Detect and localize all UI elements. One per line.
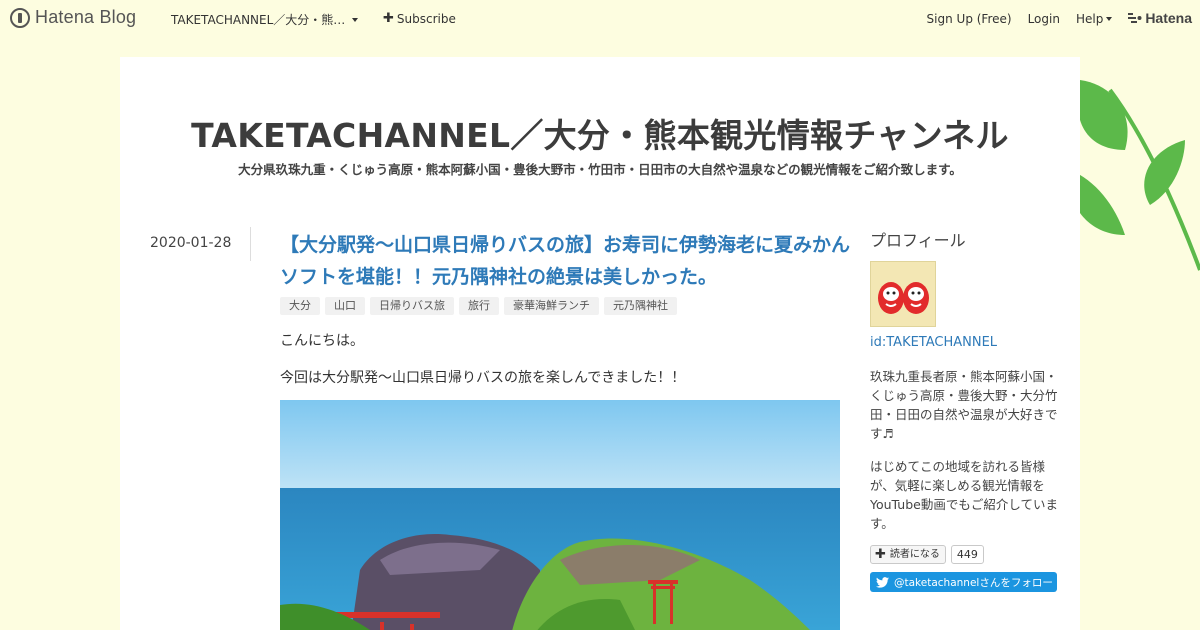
- hatena-blog-logo[interactable]: Hatena Blog: [10, 7, 136, 28]
- tag[interactable]: 山口: [325, 297, 365, 315]
- reader-count: 449: [950, 545, 984, 564]
- reader-row: ✚ 読者になる 449: [870, 545, 1060, 564]
- blog-title[interactable]: TAKETACHANNEL／大分・熊本観光情報チャンネル: [120, 109, 1080, 157]
- entry-photo: [280, 400, 840, 630]
- blog-selector[interactable]: TAKETACHANNEL／大分・熊…: [171, 11, 359, 28]
- entry-paragraph: こんにちは。: [280, 333, 364, 349]
- help-menu[interactable]: Help: [1075, 11, 1113, 26]
- signup-link[interactable]: Sign Up (Free): [927, 12, 1012, 26]
- hatena-mark-icon: [1128, 13, 1142, 23]
- tag[interactable]: 日帰りバス旅: [370, 297, 454, 315]
- profile-bio: 玖珠九重長者原・熊本阿蘇小国・くじゅう高原・豊後大野・大分竹田・日田の自然や温泉…: [870, 369, 1058, 441]
- twitter-follow-label: @taketachannelさんをフォロー: [894, 576, 1053, 589]
- entry-title[interactable]: 【大分駅発～山口県日帰りバスの旅】お寿司に伊勢海老に夏みかんソフトを堪能！！元乃…: [280, 229, 850, 293]
- caret-down-icon: [1106, 16, 1113, 21]
- blog-selector-label: TAKETACHANNEL／大分・熊…: [171, 13, 346, 27]
- blog-description: 大分県玖珠九重・くじゅう高原・熊本阿蘇小国・豊後大野市・竹田市・日田市の大自然や…: [238, 162, 962, 177]
- reader-label: 読者になる: [889, 549, 940, 560]
- entry-paragraph: 今回は大分駅発～山口県日帰りバスの旅を楽しんできました！！: [280, 370, 686, 386]
- date-divider: [250, 227, 251, 261]
- help-label: Help: [1075, 11, 1104, 26]
- entry-tags: 大分 山口 日帰りバス旅 旅行 豪華海鮮ランチ 元乃隅神社: [280, 297, 682, 315]
- hatena-label: Hatena: [1145, 10, 1192, 26]
- twitter-follow-button[interactable]: @taketachannelさんをフォロー: [870, 572, 1057, 592]
- profile-heading: プロフィール: [870, 231, 966, 250]
- sidebar-profile: プロフィール id:TAKETACHANNEL 玖珠九重長者原・熊本阿蘇小国・く…: [870, 227, 1060, 592]
- hatena-blog-icon: [10, 7, 30, 28]
- login-link[interactable]: Login: [1028, 12, 1060, 26]
- subscribe-button[interactable]: ✚ Subscribe: [383, 11, 456, 26]
- subscribe-label: Subscribe: [396, 11, 456, 26]
- profile-id-link[interactable]: id:TAKETACHANNEL: [870, 335, 1060, 350]
- profile-bio: はじめてこの地域を訪れる皆様が、気軽に楽しめる観光情報をYouTube動画でもご…: [870, 459, 1058, 531]
- plus-icon: ✚: [875, 547, 886, 562]
- global-header: Hatena Blog TAKETACHANNEL／大分・熊… ✚ Subscr…: [0, 0, 1200, 36]
- tag[interactable]: 豪華海鮮ランチ: [504, 297, 599, 315]
- avatar[interactable]: [870, 261, 936, 327]
- main-container: TAKETACHANNEL／大分・熊本観光情報チャンネル 大分県玖珠九重・くじゅ…: [120, 57, 1080, 630]
- hatena-logo[interactable]: Hatena: [1128, 10, 1192, 26]
- leaf-decoration: [1070, 80, 1200, 271]
- become-reader-button[interactable]: ✚ 読者になる: [870, 545, 946, 564]
- caret-down-icon: [352, 17, 359, 22]
- brand-name: Hatena Blog: [35, 7, 137, 27]
- header-right-nav: Sign Up (Free) Login Help Hatena: [911, 10, 1192, 26]
- tag[interactable]: 元乃隅神社: [604, 297, 677, 315]
- tag[interactable]: 旅行: [459, 297, 499, 315]
- tag[interactable]: 大分: [280, 297, 320, 315]
- entry-date[interactable]: 2020-01-28: [150, 235, 231, 251]
- daruma-avatar-icon: [878, 282, 929, 314]
- plus-icon: ✚: [383, 11, 394, 26]
- twitter-bird-icon: [876, 576, 889, 588]
